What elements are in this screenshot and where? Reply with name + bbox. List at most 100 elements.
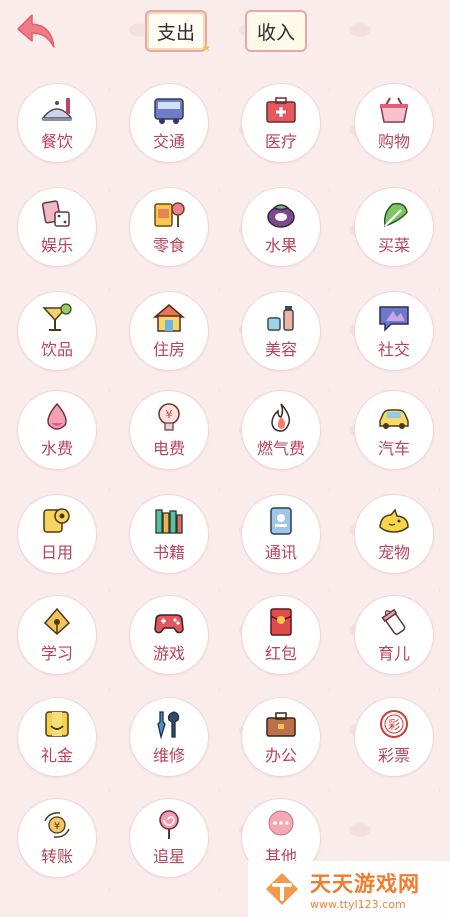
transfer-icon: ¥ [40, 809, 74, 841]
category-item[interactable]: 红包 [241, 595, 321, 675]
category-item[interactable]: ¥ 电费 [129, 390, 209, 470]
svg-text:¥: ¥ [54, 821, 60, 832]
watermark-url: www.ttyl123.com [310, 897, 406, 911]
lightbulb-icon: ¥ [152, 401, 186, 433]
category-label: 住房 [152, 340, 185, 359]
vegetable-icon [377, 198, 411, 230]
category-item[interactable]: 住房 [129, 291, 209, 371]
category-item[interactable]: 追星 [129, 798, 209, 878]
watermark-title: 天天游戏网 [310, 871, 420, 896]
category-label: 美容 [264, 340, 297, 359]
category-label: 宠物 [377, 543, 410, 562]
red-envelope-icon [264, 606, 298, 638]
category-item[interactable]: 维修 [129, 697, 209, 777]
category-label: 红包 [264, 644, 297, 663]
category-label: 通讯 [264, 543, 297, 562]
category-item[interactable]: 汽车 [354, 390, 434, 470]
gift-money-icon [40, 708, 74, 740]
category-item[interactable]: 彩彩票 [354, 697, 434, 777]
category-item[interactable]: 燃气费 [241, 390, 321, 470]
category-label: 燃气费 [256, 439, 305, 458]
lottery-icon: 彩 [377, 708, 411, 740]
category-item[interactable]: 零食 [129, 187, 209, 267]
category-label: 电费 [152, 439, 185, 458]
category-item[interactable]: 游戏 [129, 595, 209, 675]
category-label: 办公 [264, 746, 297, 765]
site-logo-icon [266, 873, 298, 905]
category-item[interactable]: 书籍 [129, 494, 209, 574]
tools-icon [152, 708, 186, 740]
category-item[interactable]: 购物 [354, 83, 434, 163]
category-item[interactable]: 礼金 [17, 697, 97, 777]
category-item[interactable]: 买菜 [354, 187, 434, 267]
category-item[interactable]: 水果 [241, 187, 321, 267]
category-item[interactable]: 宠物 [354, 494, 434, 574]
category-item[interactable]: 餐饮 [17, 83, 97, 163]
watermark: 天天游戏网 www.ttyl123.com [248, 861, 450, 917]
category-item[interactable]: 通讯 [241, 494, 321, 574]
category-label: 日用 [40, 543, 73, 562]
category-item[interactable]: 办公 [241, 697, 321, 777]
cosmetics-icon [264, 302, 298, 334]
back-arrow-icon [17, 14, 55, 48]
category-item[interactable]: 日用 [17, 494, 97, 574]
category-label: 水果 [264, 236, 297, 255]
category-label: 社交 [377, 340, 410, 359]
dice-cards-icon [40, 198, 74, 230]
category-label: 医疗 [264, 132, 297, 151]
chat-icon [377, 302, 411, 334]
category-item[interactable]: ¥ 转账 [17, 798, 97, 878]
category-item[interactable]: 水费 [17, 390, 97, 470]
medkit-icon [264, 94, 298, 126]
category-label: 育儿 [377, 644, 410, 663]
star-decoration-icon: ★ [202, 43, 211, 54]
category-label: 买菜 [377, 236, 410, 255]
basket-icon [377, 94, 411, 126]
category-item[interactable]: 育儿 [354, 595, 434, 675]
category-label: 学习 [40, 644, 73, 663]
category-label: 追星 [152, 847, 185, 866]
category-label: 书籍 [152, 543, 185, 562]
category-item[interactable]: 学习 [17, 595, 97, 675]
category-label: 水费 [40, 439, 73, 458]
category-item[interactable]: 医疗 [241, 83, 321, 163]
bus-icon [152, 94, 186, 126]
back-button[interactable] [12, 8, 60, 54]
car-icon [377, 401, 411, 433]
category-item[interactable]: 娱乐 [17, 187, 97, 267]
category-item[interactable]: 交通 [129, 83, 209, 163]
cocktail-icon [40, 302, 74, 334]
category-label: 维修 [152, 746, 185, 765]
tab-income[interactable]: 收入 [245, 10, 307, 52]
category-label: 交通 [152, 132, 185, 151]
tab-expense[interactable]: 支出 ★ [145, 10, 211, 54]
svg-text:彩: 彩 [388, 718, 400, 732]
snack-icon [152, 198, 186, 230]
briefcase-icon [264, 708, 298, 740]
house-icon [152, 302, 186, 334]
category-label: 礼金 [40, 746, 73, 765]
pen-nib-icon [40, 606, 74, 638]
category-label: 购物 [377, 132, 410, 151]
category-label: 餐饮 [40, 132, 73, 151]
category-item[interactable]: 美容 [241, 291, 321, 371]
baby-bottle-icon [377, 606, 411, 638]
category-label: 娱乐 [40, 236, 73, 255]
lollipop-icon [152, 809, 186, 841]
phone-book-icon [264, 505, 298, 537]
category-item[interactable]: 饮品 [17, 291, 97, 371]
svg-text:¥: ¥ [166, 408, 173, 421]
category-label: 汽车 [377, 439, 410, 458]
dining-icon [40, 94, 74, 126]
books-icon [152, 505, 186, 537]
category-label: 转账 [40, 847, 73, 866]
header: 支出 ★ 收入 [0, 0, 450, 64]
more-icon [264, 809, 298, 841]
category-label: 饮品 [40, 340, 73, 359]
category-label: 零食 [152, 236, 185, 255]
tab-expense-label: 支出 [156, 21, 195, 44]
category-item[interactable]: 社交 [354, 291, 434, 371]
pet-icon [377, 505, 411, 537]
gamepad-icon [152, 606, 186, 638]
flame-icon [264, 401, 298, 433]
